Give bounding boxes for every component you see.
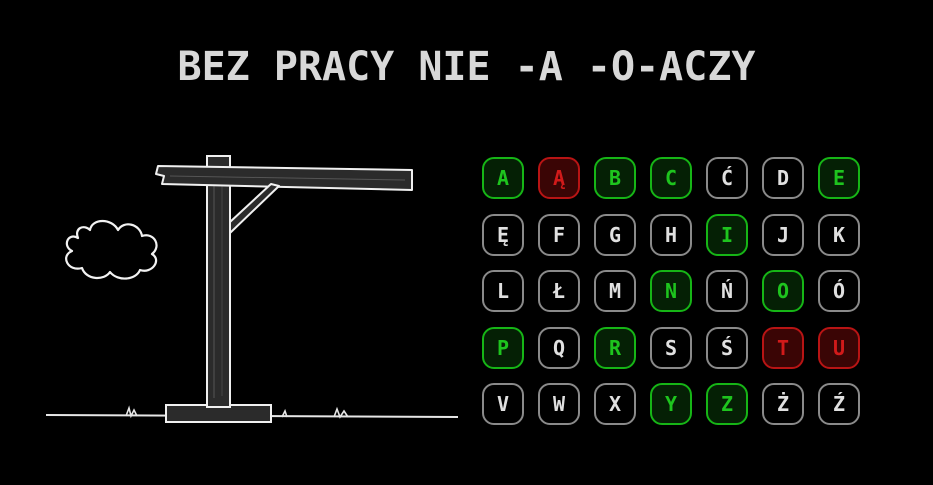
letter-key-m[interactable]: M (594, 270, 636, 312)
letter-key-w[interactable]: W (538, 383, 580, 425)
letter-key-ń[interactable]: Ń (706, 270, 748, 312)
letter-key-ś[interactable]: Ś (706, 326, 748, 369)
letter-key-o[interactable]: O (762, 270, 804, 312)
letter-key-g[interactable]: G (594, 213, 636, 256)
letter-key-ę[interactable]: Ę (482, 213, 524, 256)
gallows-scene (45, 155, 459, 423)
letter-key-p[interactable]: P (482, 326, 524, 369)
letter-key-l[interactable]: L (482, 270, 524, 312)
letter-key-j[interactable]: J (762, 213, 804, 256)
letter-key-r[interactable]: R (594, 326, 636, 369)
letter-key-u[interactable]: U (818, 326, 860, 369)
cloud-icon (65, 219, 158, 280)
letter-key-ź[interactable]: Ź (818, 383, 860, 425)
letter-key-e[interactable]: E (818, 157, 860, 199)
letter-key-ą[interactable]: Ą (538, 157, 580, 199)
gallows-post (206, 155, 231, 408)
letter-key-z[interactable]: Z (706, 383, 748, 425)
letter-key-f[interactable]: F (538, 213, 580, 256)
letter-key-v[interactable]: V (482, 383, 524, 425)
letter-key-b[interactable]: B (594, 157, 636, 199)
letter-key-i[interactable]: I (706, 213, 748, 256)
letter-key-ż[interactable]: Ż (762, 383, 804, 425)
letter-key-d[interactable]: D (762, 157, 804, 199)
letter-key-y[interactable]: Y (650, 383, 692, 425)
letter-key-k[interactable]: K (818, 213, 860, 256)
letter-key-t[interactable]: T (762, 326, 804, 369)
letter-key-a[interactable]: A (482, 157, 524, 199)
letter-key-ó[interactable]: Ó (818, 270, 860, 312)
letter-key-q[interactable]: Q (538, 326, 580, 369)
letter-key-h[interactable]: H (650, 213, 692, 256)
letter-key-n[interactable]: N (650, 270, 692, 312)
letter-key-x[interactable]: X (594, 383, 636, 425)
gallows-brace (229, 183, 280, 234)
letter-key-ć[interactable]: Ć (706, 157, 748, 199)
letter-key-ł[interactable]: Ł (538, 270, 580, 312)
letter-key-s[interactable]: S (650, 326, 692, 369)
letter-key-c[interactable]: C (650, 157, 692, 199)
